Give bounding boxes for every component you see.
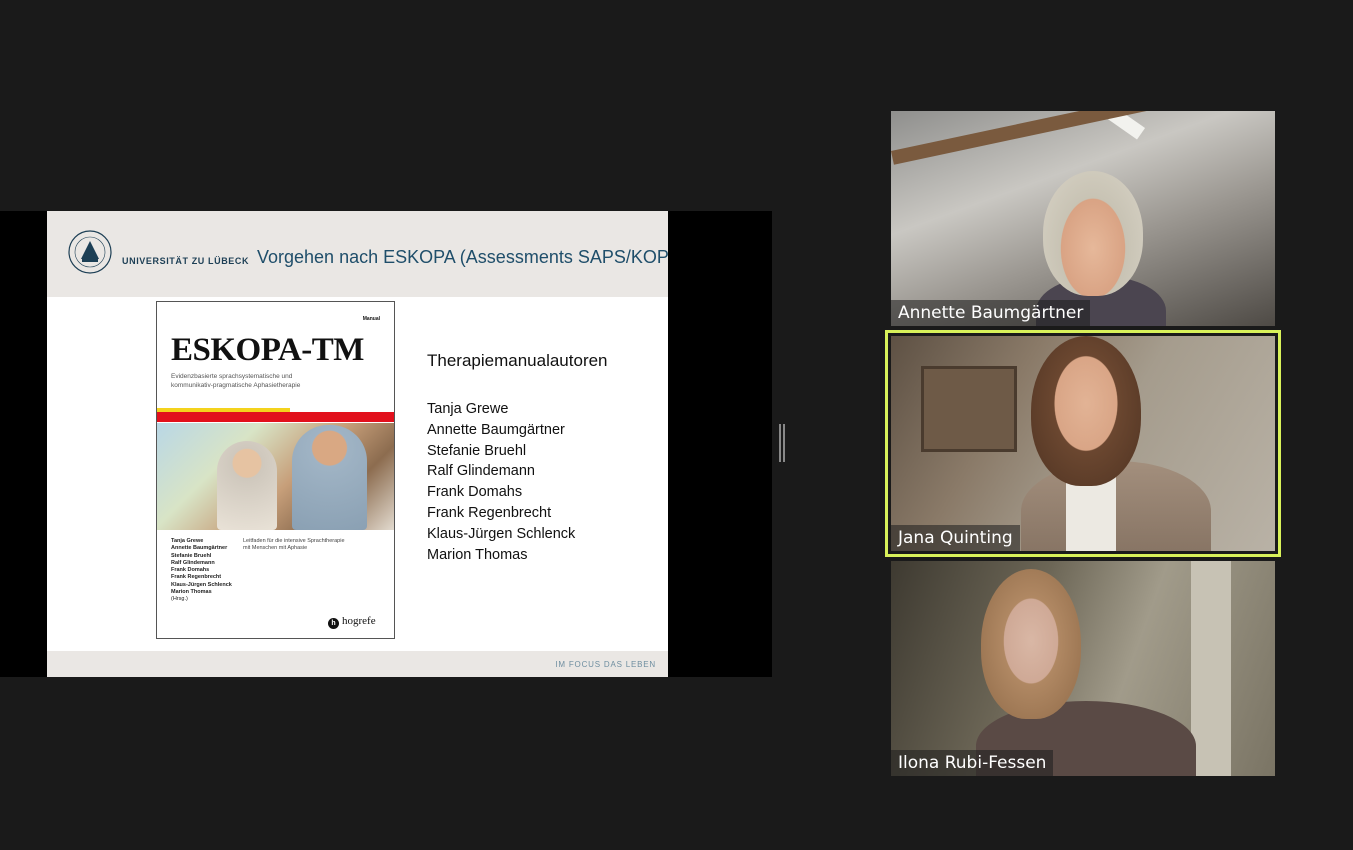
book-author: Annette Baumgärtner — [171, 545, 228, 552]
participant-shirt — [1066, 476, 1116, 551]
author-item: Marion Thomas — [427, 546, 528, 563]
publisher: h hogrefe — [328, 615, 376, 629]
author-item: Frank Regenbrecht — [427, 504, 552, 521]
book-tagline-line: mit Menschen mit Aphasie — [243, 545, 308, 551]
book-editors-note: (Hrsg.) — [171, 596, 188, 603]
cover-photo-woman — [217, 441, 277, 530]
book-subtitle-line: kommunikativ-pragmatische Aphasietherapi… — [171, 382, 301, 389]
book-author: Marion Thomas — [171, 589, 212, 596]
authors-list: Tanja Grewe Annette Baumgärtner Stefanie… — [427, 399, 575, 565]
hogrefe-logo-icon: h — [328, 618, 339, 629]
university-seal-icon — [68, 230, 112, 274]
ceiling-beam — [891, 111, 1270, 165]
participant-head — [1043, 171, 1143, 296]
book-subtitle-line: Evidenzbasierte sprachsystematische und — [171, 373, 293, 380]
participant-name: Ilona Rubi-Fessen — [891, 750, 1054, 776]
slide-title: Vorgehen nach ESKOPA (Assessments SAPS/K… — [257, 247, 668, 267]
cover-photo — [157, 423, 394, 530]
book-manual-label: Manual — [362, 316, 380, 322]
book-tagline: Leitfaden für die intensive Sprachtherap… — [243, 538, 373, 552]
author-item: Klaus-Jürgen Schlenck — [427, 525, 576, 542]
video-feed — [891, 336, 1275, 551]
video-tile-participant-active[interactable]: Jana Quinting — [885, 330, 1281, 557]
shared-screen: UNIVERSITÄT ZU LÜBECK Vorgehen nach ESKO… — [0, 211, 772, 677]
book-subtitle: Evidenzbasierte sprachsystematische und … — [171, 372, 381, 390]
wall-picture — [921, 366, 1017, 452]
video-tile-participant[interactable]: Ilona Rubi-Fessen — [891, 561, 1275, 776]
author-item: Annette Baumgärtner — [427, 421, 565, 438]
book-author: Ralf Glindemann — [171, 559, 215, 566]
book-author: Tanja Grewe — [171, 538, 204, 544]
author-item: Tanja Grewe — [427, 401, 509, 417]
slide-footer: IM FOCUS DAS LEBEN — [47, 651, 668, 677]
participant-head — [1031, 336, 1141, 486]
cover-photo-man — [292, 425, 367, 530]
door-frame — [1191, 561, 1231, 776]
book-author: Frank Regenbrecht — [171, 574, 222, 581]
participant-name: Jana Quinting — [891, 525, 1020, 551]
book-tagline-line: Leitfaden für die intensive Sprachtherap… — [243, 538, 345, 544]
book-author: Stefanie Bruehl — [171, 552, 212, 559]
book-author: Frank Domahs — [171, 567, 210, 574]
video-tile-participant[interactable]: Annette Baumgärtner — [891, 111, 1275, 326]
slide-header: UNIVERSITÄT ZU LÜBECK Vorgehen nach ESKO… — [47, 211, 668, 297]
authors-heading: Therapiemanualautoren — [427, 351, 608, 370]
author-item: Stefanie Bruehl — [427, 442, 527, 459]
red-stripe — [157, 412, 394, 422]
author-item: Ralf Glindemann — [427, 463, 535, 480]
video-feed — [891, 111, 1275, 326]
publisher-name: hogrefe — [342, 615, 376, 627]
panel-resize-handle[interactable] — [779, 424, 785, 462]
book-title: ESKOPA-TM — [171, 332, 364, 368]
footer-slogan: IM FOCUS DAS LEBEN — [555, 660, 656, 669]
book-cover: Manual ESKOPA-TM Evidenzbasierte sprachs… — [156, 301, 395, 639]
book-author: Klaus-Jürgen Schlenck — [171, 581, 232, 588]
presentation-slide: UNIVERSITÄT ZU LÜBECK Vorgehen nach ESKO… — [47, 211, 668, 677]
university-name: UNIVERSITÄT ZU LÜBECK — [122, 256, 250, 266]
video-feed — [891, 561, 1275, 776]
book-author-list: Tanja Grewe Annette Baumgärtner Stefanie… — [171, 538, 232, 604]
participant-name: Annette Baumgärtner — [891, 300, 1091, 326]
author-item: Frank Domahs — [427, 484, 523, 501]
participant-head — [981, 569, 1081, 719]
